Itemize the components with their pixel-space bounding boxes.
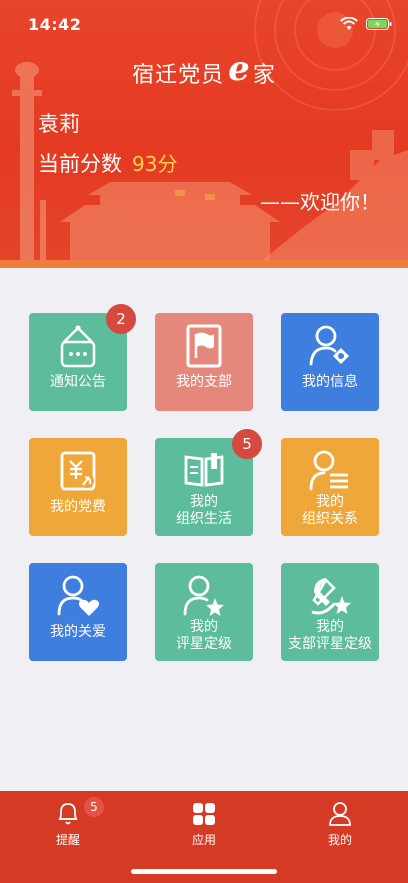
score-value: 93分 [132,152,178,176]
tile-branch-rating-label-2: 支部评星定级 [288,636,372,652]
header-banner: 14:42 宿迁党员 e家 袁莉 当前分数 93分 ——欢迎你！ [0,0,408,268]
app-title: 宿迁党员 e家 [0,49,408,89]
tab-apps-label: 应用 [191,833,216,847]
wifi-icon [340,17,358,30]
battery-icon [366,18,392,30]
apps-grid-icon [193,803,215,825]
open-book-icon [184,453,224,487]
welcome-text: ——欢迎你！ [260,190,380,214]
tile-notice-label: 通知公告 [50,374,106,390]
tile-org-relation[interactable]: 我的 组织关系 [281,438,379,536]
tab-reminder-label: 提醒 [55,833,80,847]
tile-my-branch[interactable]: 我的支部 [155,313,253,411]
tab-apps[interactable]: 应用 [144,791,264,861]
tile-notice[interactable]: 通知公告 2 [29,304,136,411]
tab-bar: 5 提醒 应用 我的 [0,791,408,883]
tile-my-care[interactable]: 我的关爱 [29,563,127,661]
tile-my-branch-label: 我的支部 [176,374,232,390]
tile-my-info[interactable]: 我的信息 [281,313,379,411]
tile-star-rating[interactable]: 我的 评星定级 [155,563,253,661]
notice-badge: 2 [106,304,136,334]
tile-star-rating-label-1: 我的 [190,619,218,635]
status-bar: 14:42 [0,0,408,48]
tile-branch-rating-label-1: 我的 [316,619,344,635]
tile-org-relation-label-2: 组织关系 [302,511,358,527]
person-info-icon [309,325,349,366]
score-label: 当前分数 [38,152,122,176]
tile-org-life-label-1: 我的 [190,494,218,510]
tile-my-care-label: 我的关爱 [50,624,106,640]
reminder-badge: 5 [84,797,104,817]
tile-org-life-label-2: 组织生活 [176,511,232,527]
tab-reminder[interactable]: 5 提醒 [8,791,128,861]
notice-board-icon [60,325,96,368]
party-star-icon [311,577,351,615]
tile-my-info-label: 我的信息 [302,374,358,390]
status-time: 14:42 [28,15,82,34]
tile-org-life[interactable]: 我的 组织生活 5 [155,429,262,536]
tab-mine[interactable]: 我的 [280,791,400,861]
flag-book-icon [186,324,222,368]
app-title-e-logo: e [228,49,251,89]
tile-star-rating-label-2: 评星定级 [176,636,232,652]
person-icon [329,802,351,826]
home-indicator [131,869,277,874]
org-life-badge: 5 [232,429,262,459]
tile-party-fee-label: 我的党费 [50,499,106,515]
person-list-icon [309,450,348,491]
tile-party-fee[interactable]: 我的党费 [29,438,127,536]
tab-mine-label: 我的 [327,833,352,847]
score-line: 当前分数 93分 [38,148,177,178]
app-title-suffix: 家 [252,63,276,88]
party-fee-icon [60,451,96,491]
bell-icon [58,803,78,825]
tile-branch-rating[interactable]: 我的 支部评星定级 [281,563,379,661]
tile-org-relation-label-1: 我的 [316,494,344,510]
app-title-prefix: 宿迁党员 [132,63,225,88]
user-name: 袁莉 [38,112,80,136]
person-heart-icon [57,575,100,616]
person-star-icon [183,575,224,616]
